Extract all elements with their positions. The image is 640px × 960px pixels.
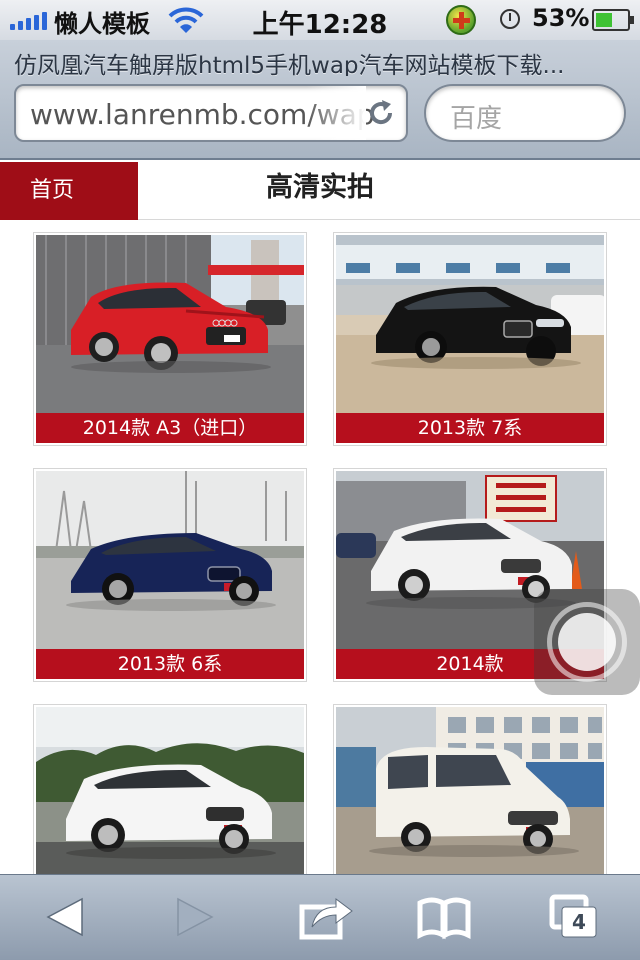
reload-icon[interactable] xyxy=(366,98,396,128)
alarm-clock-icon xyxy=(500,9,520,29)
battery-icon xyxy=(592,9,634,31)
car-photo[interactable] xyxy=(336,707,604,874)
car-caption[interactable]: 2013款 7系 xyxy=(336,413,604,443)
tabs-count: 4 xyxy=(572,910,586,934)
page-title: 仿凤凰汽车触屏版html5手机wap汽车网站模板下载... xyxy=(14,53,565,76)
search-placeholder: 百度 xyxy=(450,104,503,134)
bookmarks-icon[interactable] xyxy=(414,889,474,945)
car-caption[interactable]: 2013款 6系 xyxy=(36,649,304,679)
battery-level-fill xyxy=(596,13,612,27)
assistive-touch-button[interactable] xyxy=(534,589,640,695)
search-field[interactable]: 百度 xyxy=(424,84,626,142)
photo-gallery: 2014款 A3（进口） 2013款 7系 2013款 6系 2014款 xyxy=(0,221,640,874)
status-bar: 懒人模板 上午12:28 53% xyxy=(0,0,640,40)
car-photo[interactable] xyxy=(36,235,304,413)
gallery-card[interactable] xyxy=(33,704,307,874)
gallery-card[interactable]: 2014款 A3（进口） xyxy=(33,232,307,446)
tabs-button[interactable]: 4 xyxy=(546,889,606,945)
gallery-card[interactable]: 2013款 7系 xyxy=(333,232,607,446)
plus-badge-icon xyxy=(446,5,476,35)
site-header: 高清实拍 首页 xyxy=(0,162,640,220)
battery-percent: 53% xyxy=(532,4,590,32)
browser-bottom-toolbar: 4 xyxy=(0,874,640,960)
car-photo[interactable] xyxy=(36,707,304,874)
gallery-card[interactable]: 2013款 6系 xyxy=(33,468,307,682)
address-bar[interactable]: www.lanrenmb.com/wap xyxy=(14,84,408,142)
gallery-card[interactable] xyxy=(333,704,607,874)
forward-icon[interactable] xyxy=(164,889,224,945)
back-icon[interactable] xyxy=(36,889,96,945)
car-photo[interactable] xyxy=(336,235,604,413)
car-photo[interactable] xyxy=(36,471,304,649)
car-caption[interactable]: 2014款 A3（进口） xyxy=(36,413,304,443)
browser-toolbar: 仿凤凰汽车触屏版html5手机wap汽车网站模板下载... www.lanren… xyxy=(0,40,640,160)
share-icon[interactable] xyxy=(296,889,356,945)
home-tab[interactable]: 首页 xyxy=(0,162,138,220)
